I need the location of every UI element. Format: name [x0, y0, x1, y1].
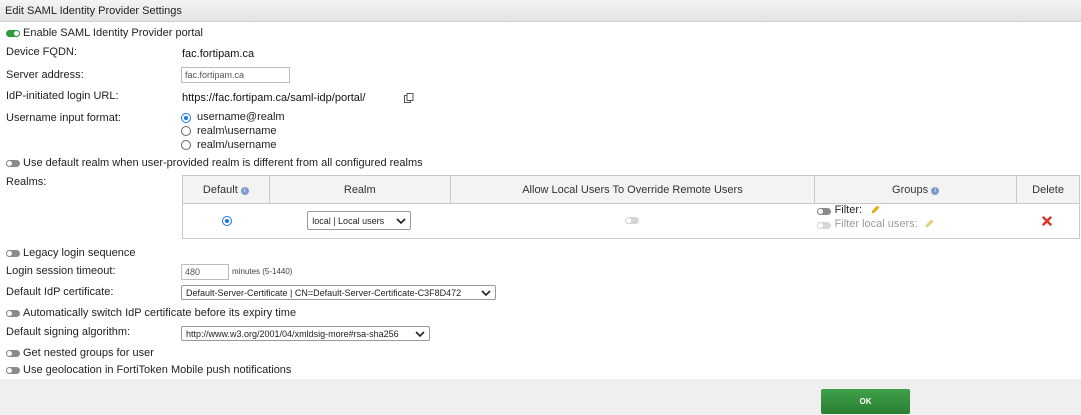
device-fqdn-value: fac.fortipam.ca: [182, 48, 255, 60]
info-icon: i: [240, 186, 249, 195]
copy-icon[interactable]: [404, 93, 414, 103]
auto-switch-cert-label: Automatically switch IdP certificate bef…: [23, 307, 297, 319]
username-format-label: Username input format:: [6, 112, 121, 124]
col-delete: Delete: [1016, 175, 1080, 204]
cell-realm: local | Local users: [269, 203, 451, 239]
cell-allow-override: [450, 203, 815, 239]
delete-icon[interactable]: [1041, 216, 1052, 226]
session-timeout-input[interactable]: [181, 264, 229, 280]
allow-override-toggle[interactable]: [625, 217, 640, 224]
window-title: Edit SAML Identity Provider Settings: [0, 0, 1081, 22]
ok-button[interactable]: OK: [821, 389, 910, 414]
signing-algorithm-select[interactable]: http://www.w3.org/2001/04/xmldsig-more#r…: [181, 326, 430, 341]
username-format-option-3: realm/username: [197, 139, 277, 151]
cell-default: [182, 203, 270, 239]
device-fqdn-label: Device FQDN:: [6, 46, 77, 58]
legacy-login-label: Legacy login sequence: [23, 247, 136, 259]
server-address-label: Server address:: [6, 69, 84, 81]
signing-algorithm-label: Default signing algorithm:: [6, 326, 131, 338]
chevron-down-icon: [481, 290, 491, 297]
col-allow-override: Allow Local Users To Override Remote Use…: [449, 175, 816, 204]
geolocation-label: Use geolocation in FortiToken Mobile pus…: [23, 364, 292, 376]
session-timeout-hint: minutes (5-1440): [232, 267, 293, 276]
realms-table: Default i Realm Allow Local Users To Over…: [182, 175, 1080, 239]
geolocation-toggle[interactable]: [6, 367, 20, 374]
session-timeout-label: Login session timeout:: [6, 265, 116, 277]
cell-groups: Filter: Filter local users:: [814, 203, 1017, 239]
server-address-input[interactable]: [181, 67, 290, 83]
col-default: Default i: [182, 175, 270, 204]
legacy-login-toggle[interactable]: [6, 250, 20, 257]
idp-certificate-label: Default IdP certificate:: [6, 286, 114, 298]
username-format-radio-3[interactable]: [181, 140, 191, 150]
default-realm-label: Use default realm when user-provided rea…: [23, 157, 423, 169]
username-format-option-2: realm\username: [197, 125, 277, 137]
filter-local-toggle[interactable]: [816, 222, 831, 229]
table-row: local | Local users Filter: Filter local…: [182, 203, 1080, 239]
chevron-down-icon: [415, 331, 425, 338]
default-realm-toggle[interactable]: [6, 160, 20, 167]
pencil-icon[interactable]: [871, 205, 880, 214]
username-format-radio-1[interactable]: [181, 113, 191, 123]
col-realm: Realm: [268, 175, 451, 204]
filter-toggle[interactable]: [816, 208, 831, 215]
idp-certificate-select[interactable]: Default-Server-Certificate | CN=Default-…: [181, 285, 496, 300]
username-format-radio-2[interactable]: [181, 126, 191, 136]
idp-login-url-value: https://fac.fortipam.ca/saml-idp/portal/: [182, 92, 366, 104]
realm-select[interactable]: local | Local users: [307, 211, 412, 230]
realms-label: Realms:: [6, 176, 47, 188]
filter-label: Filter:: [834, 204, 863, 216]
info-icon: i: [931, 186, 940, 195]
chevron-down-icon: [396, 218, 406, 225]
enable-portal-toggle[interactable]: [6, 30, 20, 37]
idp-login-url-label: IdP-initiated login URL:: [6, 90, 119, 102]
cell-delete: [1016, 203, 1080, 239]
default-realm-radio[interactable]: [222, 216, 232, 226]
enable-portal-label: Enable SAML Identity Provider portal: [23, 27, 203, 39]
username-format-option-1: username@realm: [197, 111, 285, 123]
nested-groups-toggle[interactable]: [6, 350, 20, 357]
filter-local-label: Filter local users:: [834, 218, 918, 230]
col-groups: Groups i: [814, 175, 1018, 204]
pencil-icon[interactable]: [925, 219, 934, 228]
auto-switch-cert-toggle[interactable]: [6, 310, 20, 317]
nested-groups-label: Get nested groups for user: [23, 347, 154, 359]
dialog-footer: [0, 379, 1081, 415]
